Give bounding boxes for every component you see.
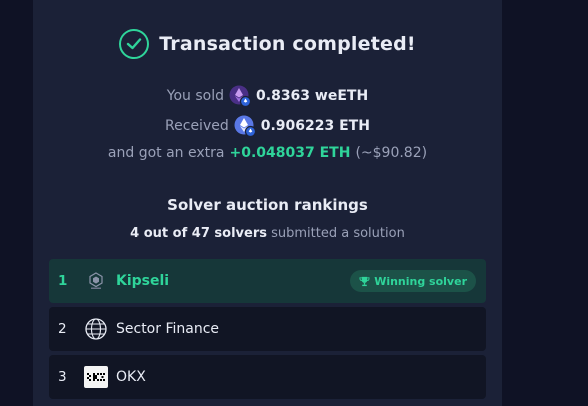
sold-line: You sold 0.8363 weETH: [33, 85, 502, 108]
winning-solver-label: Winning solver: [374, 274, 467, 288]
left-backdrop: [0, 0, 33, 406]
transaction-panel: Transaction completed! You sold 0.8363 w…: [33, 0, 502, 406]
solver-name: OKX: [116, 369, 146, 385]
sold-label: You sold: [166, 88, 225, 104]
title-row: Transaction completed!: [33, 26, 502, 62]
solver-rank: 2: [58, 321, 67, 337]
check-circle-icon: [119, 29, 150, 59]
eth-token-icon: [234, 115, 256, 138]
page-title: Transaction completed!: [159, 33, 416, 55]
okx-logo-icon: [84, 365, 108, 389]
kipseli-logo-icon: [84, 269, 108, 293]
solver-name: Kipseli: [116, 273, 170, 289]
solver-count: 4 out of 47 solvers: [130, 226, 267, 241]
received-label: Received: [165, 118, 229, 134]
extra-line: and got an extra +0.048037 ETH (~$90.82): [33, 145, 502, 161]
winning-solver-badge: Winning solver: [350, 270, 476, 292]
solver-row-okx[interactable]: 3 OKX: [49, 355, 486, 399]
extra-usd: (~$90.82): [355, 145, 428, 161]
solver-rank: 3: [58, 369, 67, 385]
trophy-icon: [359, 276, 370, 286]
solver-count-rest: submitted a solution: [271, 226, 405, 241]
received-amount: 0.906223 ETH: [260, 118, 370, 134]
rankings-subtitle: 4 out of 47 solvers submitted a solution: [33, 226, 502, 241]
extra-label: and got an extra: [107, 145, 225, 161]
solver-rank: 1: [58, 273, 68, 289]
solver-row-kipseli[interactable]: 1 Kipseli Winning solver: [49, 259, 486, 303]
received-line: Received 0.906223 ETH: [33, 115, 502, 138]
globe-logo-icon: [84, 317, 108, 341]
solver-row-sector-finance[interactable]: 2 Sector Finance: [49, 307, 486, 351]
solver-name: Sector Finance: [116, 321, 220, 337]
weeth-token-icon: [229, 85, 252, 108]
right-backdrop: [502, 0, 588, 406]
sold-amount: 0.8363 weETH: [256, 88, 369, 104]
extra-amount: +0.048037 ETH: [229, 145, 351, 161]
rankings-title: Solver auction rankings: [167, 196, 368, 214]
